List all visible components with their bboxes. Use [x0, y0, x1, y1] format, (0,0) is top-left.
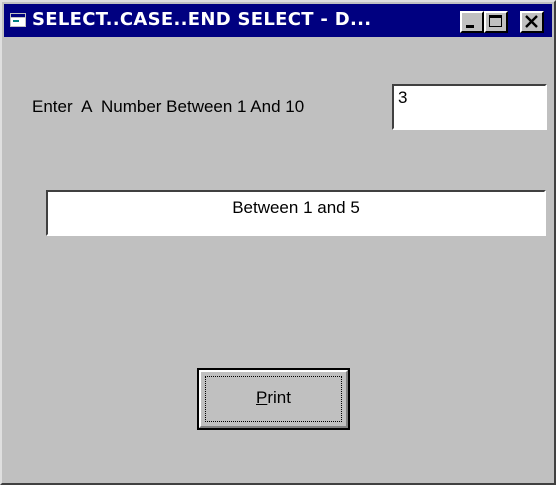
main-window: SELECT..CASE..END SELECT - D... Enter A … [0, 0, 556, 485]
print-label-rest: rint [267, 388, 291, 407]
print-button[interactable]: Print [197, 368, 350, 430]
maximize-icon [489, 15, 502, 27]
number-input[interactable]: 3 [392, 84, 547, 130]
minimize-icon [466, 25, 474, 28]
close-icon [525, 15, 538, 28]
close-button[interactable] [520, 11, 544, 33]
maximize-button[interactable] [484, 11, 508, 33]
minimize-button[interactable] [460, 11, 484, 33]
number-prompt-label: Enter A Number Between 1 And 10 [32, 97, 305, 116]
window-title: SELECT..CASE..END SELECT - D... [32, 9, 372, 30]
print-button-label: Print [199, 388, 348, 408]
app-window-icon[interactable] [10, 13, 26, 27]
print-accelerator: P [256, 388, 268, 407]
result-display: Between 1 and 5 [46, 190, 546, 236]
title-bar[interactable]: SELECT..CASE..END SELECT - D... [4, 4, 552, 37]
